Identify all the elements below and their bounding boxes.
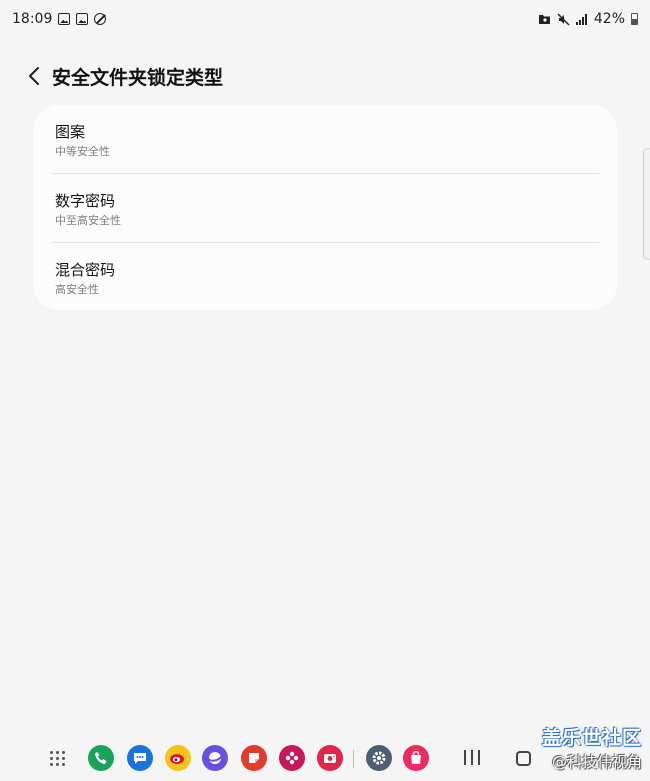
taskbar-divider [353,750,354,768]
phone-icon[interactable] [88,745,114,771]
status-bar: 18:09 42% [0,0,650,38]
settings-icon[interactable] [366,745,392,771]
weibo-icon[interactable] [165,745,191,771]
internet-icon[interactable] [202,745,228,771]
home-button[interactable] [516,751,531,766]
store-icon[interactable] [403,745,429,771]
blocked-notification-icon [94,13,107,25]
watermark: 盖乐世社区 @科技伟视角 [542,723,642,772]
header: 安全文件夹锁定类型 [0,56,650,96]
option-pattern[interactable]: 图案 中等安全性 [55,105,599,173]
watermark-handle: @科技伟视角 [551,753,642,771]
chevron-left-icon [29,67,39,85]
option-subtitle: 中等安全性 [55,145,110,158]
watermark-logo: 盖乐世社区 [541,727,642,749]
option-subtitle: 高安全性 [55,283,99,296]
gallery-notification-icon [76,13,89,25]
status-time: 18:09 [12,11,53,27]
status-right: 42% [538,11,638,27]
apps-grid-icon[interactable] [44,745,70,771]
page-title: 安全文件夹锁定类型 [52,66,224,89]
camera-icon[interactable] [317,745,343,771]
edge-panel-handle[interactable] [643,148,650,260]
option-pin[interactable]: 数字密码 中至高安全性 [55,174,599,242]
option-password[interactable]: 混合密码 高安全性 [55,243,599,311]
option-subtitle: 中至高安全性 [55,214,121,227]
signal-icon [575,14,587,25]
back-button[interactable] [12,56,56,96]
messages-icon[interactable] [127,745,153,771]
secure-folder-icon [538,15,550,24]
flower-icon[interactable] [279,745,305,771]
notes-icon[interactable] [241,745,267,771]
option-title: 混合密码 [55,261,116,279]
status-left: 18:09 [12,11,107,27]
lock-type-card: 图案 中等安全性 数字密码 中至高安全性 混合密码 高安全性 [33,105,617,310]
mute-icon [557,13,570,25]
option-title: 图案 [55,123,86,141]
recents-button[interactable] [460,750,484,768]
gallery-notification-icon [58,13,71,25]
battery-icon [631,13,638,25]
option-title: 数字密码 [55,192,116,210]
battery-percent: 42% [593,11,625,27]
